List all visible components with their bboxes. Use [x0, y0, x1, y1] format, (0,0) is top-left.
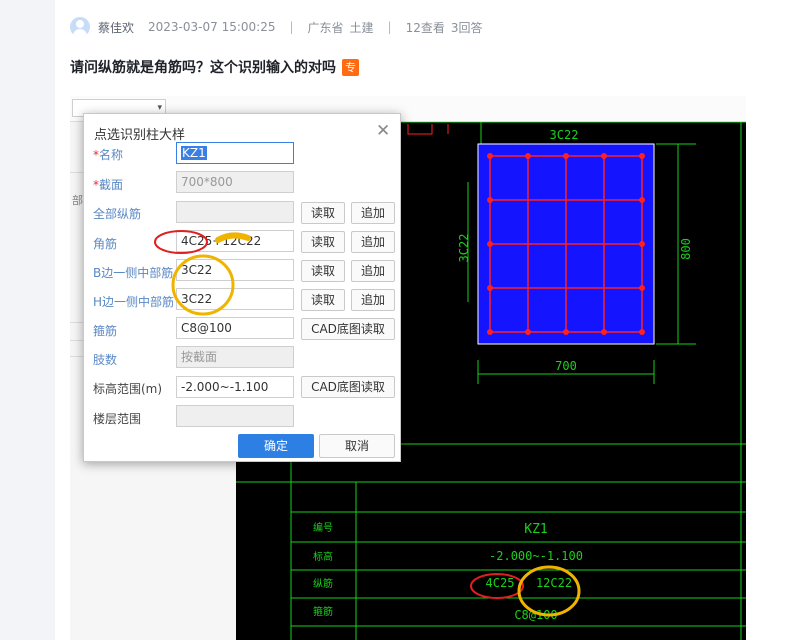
post-category: 土建: [349, 20, 374, 35]
corner-rebar-input[interactable]: 4C25+12C22: [176, 230, 294, 252]
cad-table-label-3: 纵筋: [313, 577, 333, 590]
close-icon[interactable]: ✕: [376, 121, 390, 141]
stirrup-cad-read-button[interactable]: CAD底图读取: [301, 318, 395, 340]
post-datetime: 2023-03-07 15:00:25: [148, 20, 276, 34]
cad-column-name: KZ1: [524, 522, 547, 537]
meta-separator: |: [289, 20, 294, 34]
legs-input[interactable]: 按截面: [176, 346, 294, 368]
h-side-rebar-input[interactable]: 3C22: [176, 288, 294, 310]
cad-stirrup: C8@100: [514, 608, 557, 622]
b-side-append-button[interactable]: 追加: [351, 260, 395, 282]
cad-rebar-b: 12C22: [536, 576, 572, 590]
post-location: 广东省: [307, 20, 344, 35]
b-side-rebar-input[interactable]: 3C22: [176, 259, 294, 281]
cad-width-dim: 700: [555, 359, 577, 373]
label-stirrup: 箍筋: [93, 324, 118, 338]
cad-table-label-4: 箍筋: [313, 605, 333, 618]
post-views: 12查看: [405, 20, 445, 35]
avatar[interactable]: [70, 17, 90, 37]
question-text: 请问纵筋就是角筋吗？这个识别输入的对吗: [70, 60, 336, 76]
cad-rebar-a: 4C25: [486, 576, 515, 590]
dialog-title: 点选识别柱大样: [94, 128, 186, 143]
label-corner-rebar: 角筋: [93, 237, 118, 251]
expert-tag: 专: [342, 58, 359, 76]
author-name[interactable]: 蔡佳欢: [98, 19, 134, 36]
stirrup-input[interactable]: C8@100: [176, 317, 294, 339]
corner-rebar-append-button[interactable]: 追加: [351, 231, 395, 253]
elevation-input[interactable]: -2.000~-1.100: [176, 376, 294, 398]
left-panel-text: 部: [72, 194, 83, 207]
label-b-side-rebar: B边一侧中部筋: [93, 266, 174, 280]
cad-left-label: 3C22: [457, 234, 471, 263]
all-rebar-append-button[interactable]: 追加: [351, 202, 395, 224]
all-rebar-read-button[interactable]: 读取: [301, 202, 345, 224]
floor-range-input[interactable]: [176, 405, 294, 427]
ok-button[interactable]: 确定: [238, 434, 314, 458]
label-legs: 肢数: [93, 353, 118, 367]
section-input[interactable]: 700*800: [176, 171, 294, 193]
question-title: 请问纵筋就是角筋吗？这个识别输入的对吗 专: [70, 57, 359, 77]
cad-height-dim: 800: [679, 238, 693, 260]
post-meta: 蔡佳欢 2023-03-07 15:00:25 | 广东省 土建 | 12查看 …: [70, 17, 483, 37]
label-section: *截面: [93, 178, 124, 192]
cad-table-label-1: 编号: [313, 521, 333, 534]
h-side-read-button[interactable]: 读取: [301, 289, 345, 311]
label-name: *名称: [93, 148, 124, 162]
cancel-button[interactable]: 取消: [319, 434, 395, 458]
b-side-read-button[interactable]: 读取: [301, 260, 345, 282]
label-floor-range: 楼层范围: [93, 412, 142, 426]
cad-elevation: -2.000~-1.100: [489, 549, 583, 563]
cad-table-label-2: 标高: [313, 550, 333, 563]
label-h-side-rebar: H边一侧中部筋: [93, 295, 175, 309]
meta-separator-2: |: [387, 20, 392, 34]
label-all-rebar: 全部纵筋: [93, 207, 142, 221]
all-rebar-input[interactable]: [176, 201, 294, 223]
column-detail-dialog: 点选识别柱大样 ✕ *名称 KZ1 *截面 700*800 全部纵筋 读取 追加…: [83, 113, 401, 462]
label-elevation: 标高范围(m): [93, 382, 163, 396]
elevation-cad-read-button[interactable]: CAD底图读取: [301, 376, 395, 398]
post-answers: 3回答: [450, 20, 483, 35]
h-side-append-button[interactable]: 追加: [351, 289, 395, 311]
name-input[interactable]: KZ1: [176, 142, 294, 164]
cad-top-label: 3C22: [550, 128, 579, 142]
corner-rebar-read-button[interactable]: 读取: [301, 231, 345, 253]
